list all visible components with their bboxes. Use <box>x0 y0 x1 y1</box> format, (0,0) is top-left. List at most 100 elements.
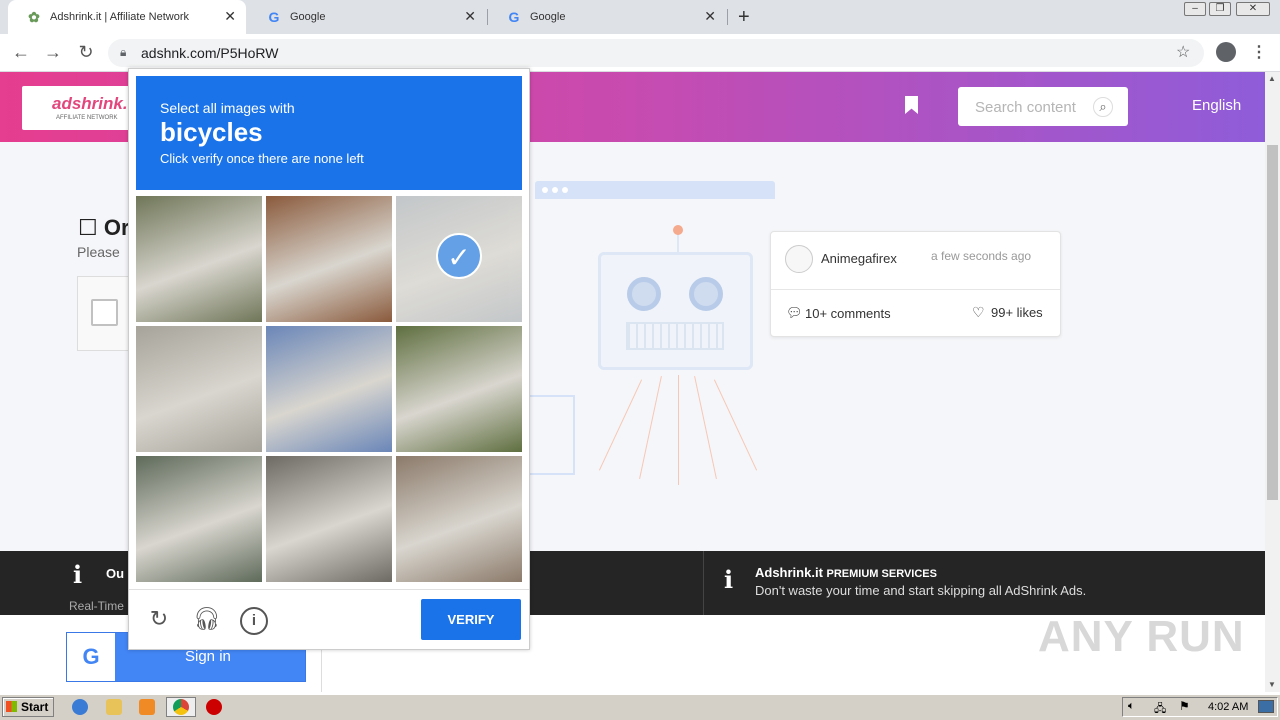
premium-label: PREMIUM SERVICES <box>826 568 937 580</box>
window-dot <box>562 187 568 193</box>
reload-challenge-icon[interactable]: ↻ <box>144 606 174 632</box>
post-card[interactable] <box>770 231 1061 337</box>
chrome-icon <box>173 699 189 715</box>
info-icon[interactable]: i <box>240 607 268 635</box>
language-selector[interactable]: English <box>1192 97 1241 114</box>
footer-left-subtitle: Real-Time <box>69 599 124 613</box>
info-icon: i <box>724 565 734 594</box>
selected-check-icon: ✓ <box>436 233 482 279</box>
captcha-tile[interactable] <box>396 326 522 452</box>
card-divider <box>771 289 1060 290</box>
tab-google-1[interactable]: G Google ✕ <box>248 0 486 34</box>
captcha-hint: Click verify once there are none left <box>160 151 364 166</box>
captcha-tile[interactable] <box>136 456 262 582</box>
window-dot <box>552 187 558 193</box>
robot-antenna <box>677 234 679 252</box>
google-favicon-icon: G <box>268 9 280 25</box>
captcha-tile[interactable] <box>266 196 392 322</box>
captcha-tile[interactable] <box>396 456 522 582</box>
footer-left-title: Ou <box>106 566 125 581</box>
forward-icon[interactable]: → <box>42 42 64 63</box>
logo-subtext: AFFILIATE NETWORK <box>56 115 118 121</box>
robot-eye <box>689 277 723 311</box>
captcha-tile[interactable]: ✓ <box>396 196 522 322</box>
captcha-instruction: Select all images with <box>160 100 295 116</box>
info-icon: i <box>73 560 83 589</box>
premium-brand: Adshrink.it <box>755 565 823 580</box>
signin-label: Sign in <box>185 648 231 665</box>
comments-count[interactable]: 10+ comments <box>805 306 891 321</box>
close-tab-icon[interactable]: ✕ <box>464 9 476 23</box>
tab-title: Google <box>530 11 566 23</box>
stop-icon[interactable] <box>206 699 222 715</box>
adshrink-favicon-icon: ✿ <box>28 8 40 25</box>
footer-divider <box>703 551 704 615</box>
recaptcha-checkbox[interactable] <box>91 299 118 326</box>
scroll-down-icon[interactable]: ▼ <box>1268 680 1276 689</box>
restore-icon[interactable]: ❐ <box>1209 2 1231 16</box>
google-favicon-icon: G <box>508 9 520 25</box>
show-desktop-icon[interactable] <box>1258 700 1274 713</box>
section-title-text: Or <box>103 215 130 240</box>
captcha-tile[interactable] <box>266 456 392 582</box>
search-icon[interactable]: ⌕ <box>1093 97 1113 117</box>
lock-icon[interactable]: 🔒︎ <box>120 45 126 60</box>
window-dot <box>542 187 548 193</box>
system-tray <box>1122 697 1278 717</box>
scroll-up-icon[interactable]: ▲ <box>1268 74 1276 83</box>
checkbox-glyph-icon: ☐ <box>78 215 98 240</box>
flag-icon[interactable]: ⚑ <box>1179 699 1190 713</box>
url-text[interactable]: adshnk.com/P5HoRW <box>141 45 278 61</box>
new-tab-icon[interactable]: + <box>738 6 750 29</box>
illustration-panel <box>530 395 575 475</box>
close-window-icon[interactable]: ✕ <box>1236 2 1270 16</box>
illustration-ray <box>678 375 679 485</box>
profile-icon[interactable] <box>1216 42 1236 62</box>
captcha-divider <box>129 589 529 590</box>
robot-antenna-tip <box>673 225 683 235</box>
robot-eye <box>627 277 661 311</box>
tab-separator <box>727 9 728 25</box>
captcha-tile[interactable] <box>136 326 262 452</box>
instruction-text: Please <box>77 244 120 260</box>
explorer-icon[interactable] <box>106 699 122 715</box>
post-time: a few seconds ago <box>931 249 1032 263</box>
back-icon[interactable]: ← <box>10 42 32 63</box>
section-title: ☐ Or <box>78 215 130 241</box>
windows-logo-icon <box>6 701 17 712</box>
avatar[interactable] <box>785 245 813 273</box>
premium-title[interactable]: Adshrink.it PREMIUM SERVICES <box>755 565 937 580</box>
minimize-icon[interactable]: – <box>1184 2 1206 16</box>
premium-description: Don't waste your time and start skipping… <box>755 583 1087 598</box>
captcha-target: bicycles <box>160 117 263 147</box>
site-logo[interactable]: adshrink.it AFFILIATE NETWORK <box>22 86 138 130</box>
media-player-icon[interactable] <box>139 699 155 715</box>
robot-mouth <box>626 322 724 350</box>
volume-icon[interactable]: 🔈︎ <box>1128 700 1135 713</box>
audio-challenge-icon[interactable]: 🎧︎ <box>192 606 222 632</box>
comment-icon: 💬︎ <box>786 305 803 320</box>
illustration-window-bar <box>535 181 775 199</box>
tab-adshrink[interactable]: ✿ Adshrink.it | Affiliate Network ✕ <box>8 0 246 34</box>
scrollbar-thumb[interactable] <box>1267 145 1278 500</box>
bookmark-star-icon[interactable]: ☆ <box>1176 42 1190 62</box>
anyrun-watermark: ANY RUN <box>1038 612 1245 661</box>
reload-icon[interactable]: ↻ <box>75 42 97 63</box>
network-icon[interactable]: 🖧 <box>1154 700 1166 719</box>
search-input[interactable]: Search content <box>975 99 1076 116</box>
logo-text: adshrink.it <box>52 94 138 113</box>
close-tab-icon[interactable]: ✕ <box>224 9 236 23</box>
close-tab-icon[interactable]: ✕ <box>704 9 716 23</box>
verify-button[interactable]: VERIFY <box>421 599 521 640</box>
robot-illustration <box>598 252 753 370</box>
google-logo-icon: G <box>67 633 115 681</box>
captcha-tile[interactable] <box>136 196 262 322</box>
ie-icon[interactable] <box>72 699 88 715</box>
clock: 4:02 AM <box>1208 701 1249 713</box>
heart-icon[interactable]: ♡ <box>972 304 985 321</box>
post-author[interactable]: Animegafirex <box>821 251 897 266</box>
browser-menu-icon[interactable]: ⋮ <box>1251 42 1267 62</box>
captcha-tile[interactable] <box>266 326 392 452</box>
tab-title: Google <box>290 11 326 23</box>
tab-google-2[interactable]: G Google ✕ <box>488 0 726 34</box>
